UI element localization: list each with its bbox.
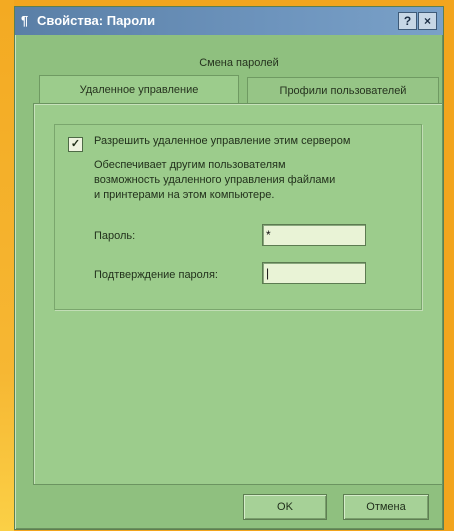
remote-admin-group: [54, 124, 422, 310]
tab-panel: ✓ Разрешить удаленное управление этим се…: [33, 103, 443, 485]
tab-remote-admin[interactable]: Удаленное управление: [39, 75, 239, 104]
help-button[interactable]: ?: [398, 12, 417, 30]
description-line: и принтерами на этом компьютере.: [94, 189, 275, 201]
confirm-password-field[interactable]: |: [262, 262, 366, 284]
tab-change-passwords[interactable]: Смена паролей: [45, 53, 433, 73]
description-line: Обеспечивает другим пользователям: [94, 159, 286, 171]
confirm-password-label: Подтверждение пароля:: [94, 269, 218, 281]
description-line: возможность удаленного управления файлам…: [94, 174, 336, 186]
enable-remote-admin-label[interactable]: Разрешить удаленное управление этим серв…: [94, 135, 350, 147]
password-field[interactable]: *: [262, 224, 366, 246]
window-title: Свойства: Пароли: [37, 13, 156, 28]
enable-remote-admin-checkbox[interactable]: ✓: [68, 137, 83, 152]
key-icon: ¶: [21, 13, 29, 28]
remote-admin-description: Обеспечивает другим пользователям возмож…: [94, 158, 394, 203]
cancel-button[interactable]: Отмена: [343, 494, 429, 520]
password-label: Пароль:: [94, 230, 136, 242]
properties-dialog: ¶ Свойства: Пароли ? × Смена паролей Уда…: [14, 6, 444, 530]
ok-button[interactable]: OK: [243, 494, 327, 520]
tab-change-passwords-label: Смена паролей: [199, 57, 279, 69]
title-bar: ¶ Свойства: Пароли ? ×: [15, 7, 443, 35]
tab-user-profiles[interactable]: Профили пользователей: [247, 77, 439, 104]
background-strip: [0, 0, 14, 531]
close-button[interactable]: ×: [418, 12, 437, 30]
